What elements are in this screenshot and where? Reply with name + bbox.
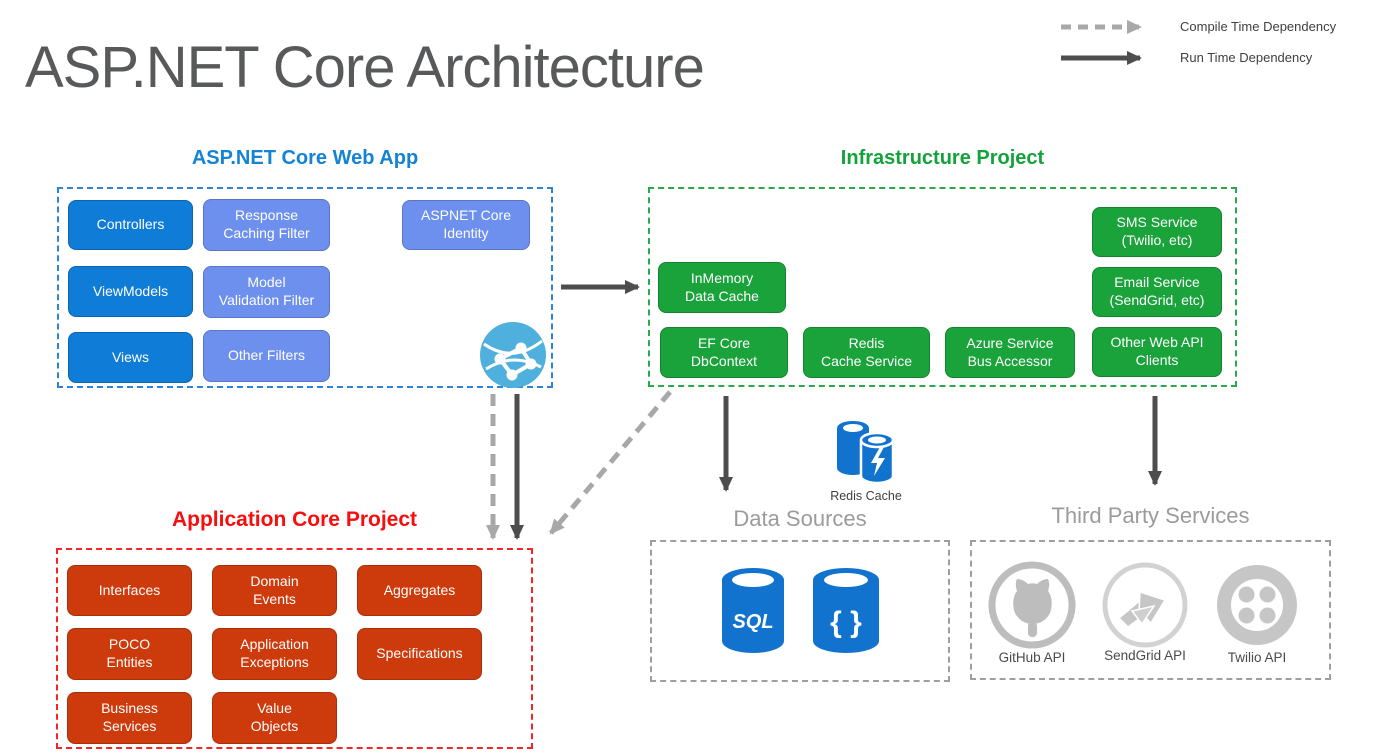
box-label: InMemory bbox=[691, 270, 753, 288]
github-icon bbox=[988, 561, 1076, 649]
twilio-api-label: Twilio API bbox=[1202, 650, 1312, 665]
aspnet-core-globe-icon bbox=[480, 322, 546, 388]
redis-cache-label: Redis Cache bbox=[816, 489, 916, 503]
box-label: Views bbox=[112, 349, 149, 367]
github-api-label: GitHub API bbox=[977, 650, 1087, 665]
box-label: Specifications bbox=[376, 645, 462, 663]
box-label: DbContext bbox=[691, 353, 757, 371]
webapp-heading: ASP.NET Core Web App bbox=[57, 147, 553, 170]
webapp-box-controllers: Controllers bbox=[68, 200, 193, 250]
box-label: Other Filters bbox=[228, 347, 305, 365]
infra-box-ef-core-dbcontext: EF CoreDbContext bbox=[660, 327, 788, 378]
webapp-box-viewmodels: ViewModels bbox=[68, 266, 193, 317]
appcore-box-value-objects: ValueObjects bbox=[212, 692, 337, 744]
architecture-diagram: ASP.NET Core Architecture Compile Time D… bbox=[0, 0, 1375, 753]
box-label: Model bbox=[247, 274, 285, 292]
box-label: Other Web API bbox=[1110, 334, 1203, 352]
box-label: Clients bbox=[1136, 352, 1179, 370]
box-label: EF Core bbox=[698, 335, 750, 353]
sql-label: SQL bbox=[732, 611, 773, 633]
twilio-icon bbox=[1213, 561, 1301, 649]
box-label: Business bbox=[101, 700, 158, 718]
infra-box-sms-service: SMS Service(Twilio, etc) bbox=[1092, 207, 1222, 257]
infra-box-other-web-api-clients: Other Web APIClients bbox=[1092, 327, 1222, 377]
page-title: ASP.NET Core Architecture bbox=[25, 34, 704, 101]
sendgrid-api-label: SendGrid API bbox=[1090, 648, 1200, 663]
box-label: Value bbox=[257, 700, 292, 718]
box-label: Response bbox=[235, 207, 298, 225]
sql-database-icon: SQL bbox=[722, 568, 784, 654]
data-sources-region-border bbox=[650, 540, 950, 682]
appcore-box-domain-events: DomainEvents bbox=[212, 565, 337, 616]
box-label: Domain bbox=[250, 573, 298, 591]
webapp-box-model-validation-filter: ModelValidation Filter bbox=[203, 266, 330, 318]
box-label: ASPNET Core bbox=[421, 207, 511, 225]
appcore-box-specifications: Specifications bbox=[357, 628, 482, 680]
box-label: Objects bbox=[251, 718, 298, 736]
box-label: Cache Service bbox=[821, 353, 912, 371]
infra-box-inmemory-data-cache: InMemoryData Cache bbox=[658, 262, 786, 313]
box-label: SMS Service bbox=[1117, 214, 1198, 232]
box-label: Services bbox=[103, 718, 157, 736]
redis-cache-icon bbox=[836, 420, 896, 486]
box-label: (Twilio, etc) bbox=[1122, 232, 1193, 250]
legend-run-label: Run Time Dependency bbox=[1180, 50, 1312, 65]
box-label: Azure Service bbox=[966, 335, 1053, 353]
appcore-box-application-exceptions: ApplicationExceptions bbox=[212, 628, 337, 680]
sendgrid-icon bbox=[1101, 561, 1189, 649]
box-label: Bus Accessor bbox=[968, 353, 1053, 371]
infrastructure-heading: Infrastructure Project bbox=[648, 147, 1237, 170]
third-party-heading: Third Party Services bbox=[970, 503, 1331, 529]
webapp-box-aspnet-core-identity: ASPNET CoreIdentity bbox=[402, 200, 530, 250]
appcore-box-business-services: BusinessServices bbox=[67, 692, 192, 744]
appcore-box-interfaces: Interfaces bbox=[67, 565, 192, 616]
webapp-box-views: Views bbox=[68, 332, 193, 383]
box-label: Controllers bbox=[97, 216, 165, 234]
box-label: Application bbox=[240, 636, 309, 654]
legend-compile-label: Compile Time Dependency bbox=[1180, 19, 1336, 34]
infra-box-redis-cache-service: RedisCache Service bbox=[803, 327, 930, 378]
data-sources-heading: Data Sources bbox=[650, 506, 950, 532]
box-label: POCO bbox=[109, 636, 150, 654]
box-label: Identity bbox=[443, 225, 488, 243]
infra-box-email-service: Email Service(SendGrid, etc) bbox=[1092, 267, 1222, 317]
webapp-box-other-filters: Other Filters bbox=[203, 330, 330, 382]
box-label: Email Service bbox=[1114, 274, 1200, 292]
nosql-braces-label: { } bbox=[830, 606, 862, 639]
nosql-database-icon: { } bbox=[813, 568, 879, 654]
box-label: Redis bbox=[849, 335, 885, 353]
box-label: Events bbox=[253, 591, 296, 609]
box-label: (SendGrid, etc) bbox=[1110, 292, 1205, 310]
box-label: Validation Filter bbox=[219, 292, 314, 310]
application-core-heading: Application Core Project bbox=[56, 508, 533, 532]
box-label: ViewModels bbox=[93, 283, 168, 301]
box-label: Caching Filter bbox=[223, 225, 309, 243]
appcore-box-poco-entities: POCOEntities bbox=[67, 628, 192, 680]
box-label: Exceptions bbox=[240, 654, 308, 672]
box-label: Data Cache bbox=[685, 288, 759, 306]
box-label: Entities bbox=[107, 654, 153, 672]
appcore-box-aggregates: Aggregates bbox=[357, 565, 482, 616]
box-label: Aggregates bbox=[384, 582, 456, 600]
box-label: Interfaces bbox=[99, 582, 160, 600]
infra-box-azure-service-bus-accessor: Azure ServiceBus Accessor bbox=[945, 327, 1075, 378]
webapp-box-response-caching-filter: ResponseCaching Filter bbox=[203, 199, 330, 251]
